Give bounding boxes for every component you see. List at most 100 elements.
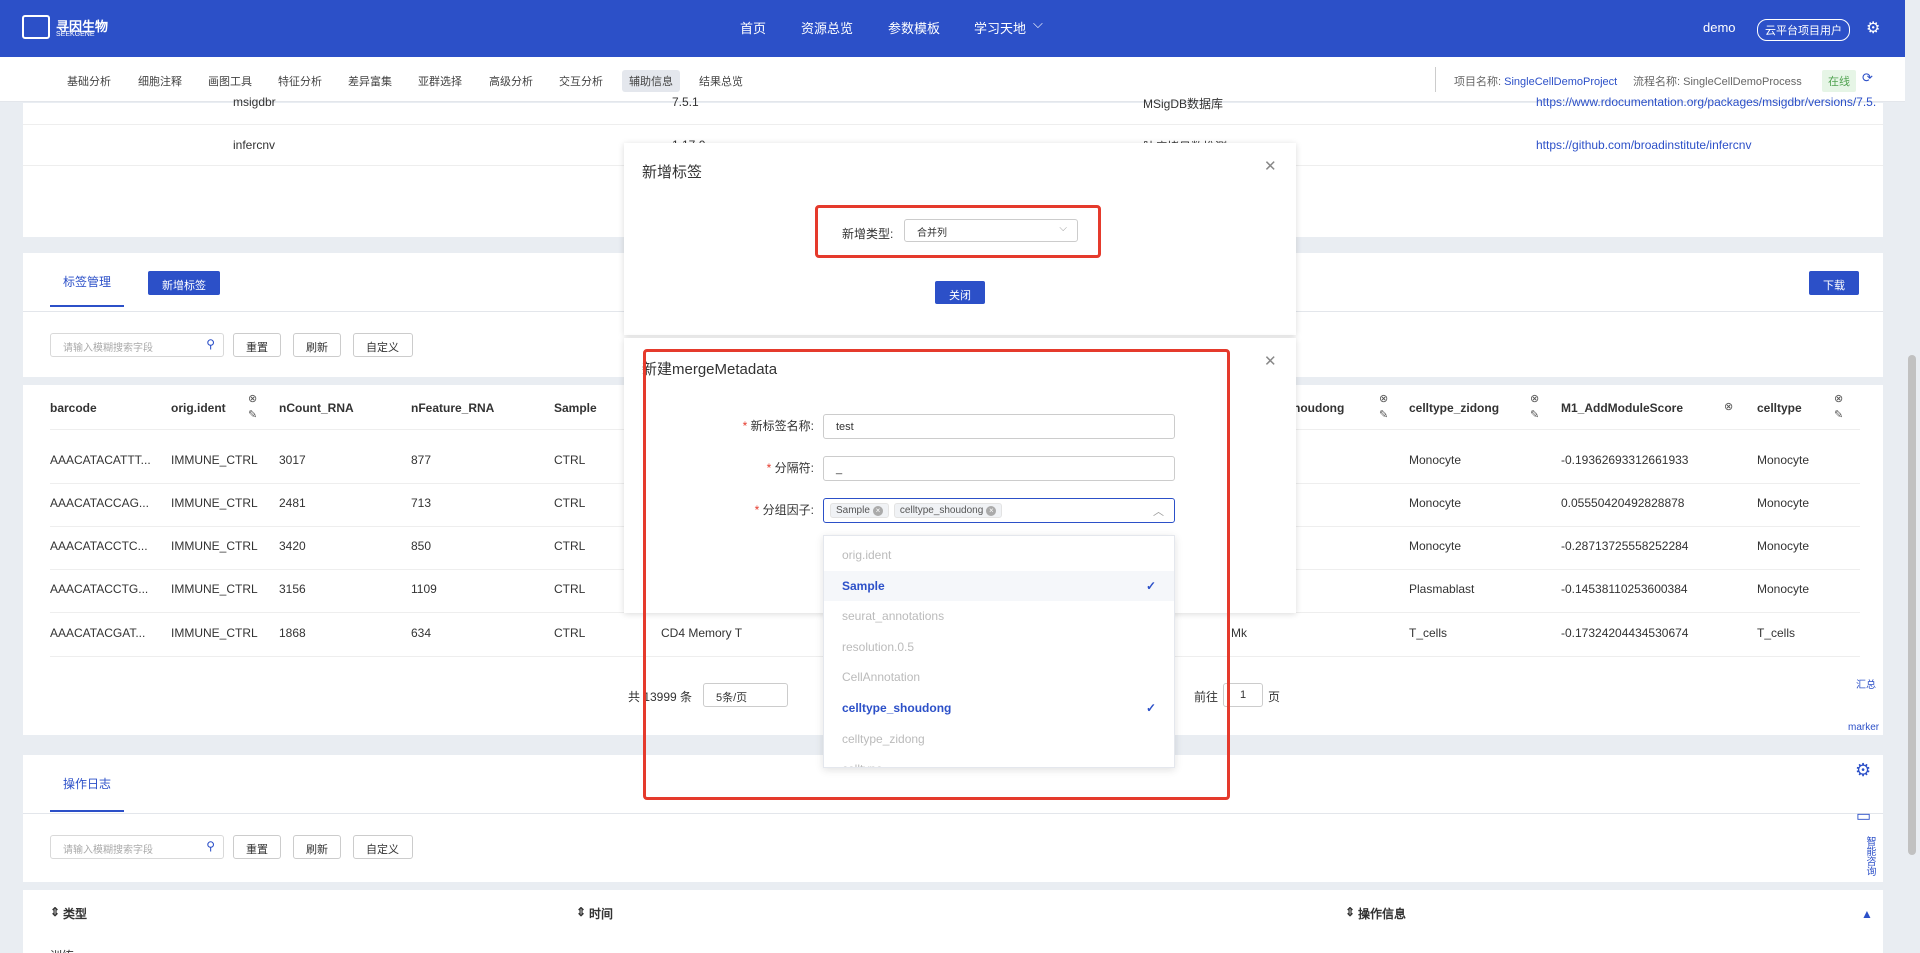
resource-link[interactable]: https://www.rdocumentation.org/packages/… — [1536, 95, 1876, 109]
refresh-button[interactable]: 刷新 — [293, 333, 341, 357]
resource-link[interactable]: https://github.com/broadinstitute/inferc… — [1536, 138, 1751, 152]
cell-sample: CTRL — [554, 539, 586, 553]
option-label: Sample — [842, 579, 885, 593]
tab-aux-info[interactable]: 辅助信息 — [622, 70, 680, 92]
cell-nfeature: 877 — [411, 453, 432, 467]
project-name-value[interactable]: SingleCellDemoProject — [1504, 76, 1617, 88]
col-barcode[interactable]: barcode — [50, 401, 97, 415]
cell-m1-score: -0.14538110253600384 — [1561, 582, 1688, 596]
tab-basic[interactable]: 基础分析 — [67, 73, 111, 89]
close-icon[interactable]: ⊗ — [1834, 392, 1843, 405]
tab-plot[interactable]: 画图工具 — [208, 73, 252, 89]
col-time[interactable]: 时间 — [589, 905, 613, 922]
col-ncount[interactable]: nCount_RNA — [279, 401, 354, 415]
add-tag-button[interactable]: 新增标签 — [148, 271, 220, 295]
log-row-type: 训练 — [50, 947, 74, 953]
edit-icon[interactable]: ✎ — [1379, 408, 1388, 421]
logo-icon[interactable] — [22, 15, 50, 39]
divider — [1435, 67, 1436, 92]
cell-orig-ident: IMMUNE_CTRL — [171, 453, 258, 467]
search-icon[interactable]: ⚲ — [206, 839, 215, 853]
username[interactable]: demo — [1703, 20, 1736, 35]
gear-icon[interactable]: ⚙ — [1866, 18, 1880, 38]
option-celltype-shoudong[interactable]: celltype_shoudong ✓ — [824, 693, 1174, 723]
chat-tool[interactable]: 智能咨询 — [1862, 836, 1877, 876]
cell-orig-ident: IMMUNE_CTRL — [171, 626, 258, 640]
col-celltype-zidong[interactable]: celltype_zidong — [1409, 401, 1499, 415]
search-placeholder: 请输入模糊搜索字段 — [63, 845, 153, 856]
divider — [23, 882, 1883, 890]
col-orig-ident[interactable]: orig.ident — [171, 401, 226, 415]
download-button[interactable]: 下载 — [1809, 271, 1859, 295]
cell-sample: CTRL — [554, 453, 586, 467]
custom-button[interactable]: 自定义 — [353, 333, 413, 357]
close-button[interactable]: 关闭 — [935, 281, 985, 304]
sort-icon[interactable]: ⇕ — [576, 905, 586, 919]
check-icon: ✓ — [1145, 701, 1156, 715]
tab-feature[interactable]: 特征分析 — [278, 73, 322, 89]
edit-icon[interactable]: ✎ — [248, 408, 257, 421]
nav-templates[interactable]: 参数模板 — [888, 18, 940, 37]
chevron-down-icon[interactable]: ⌵ — [1033, 16, 1043, 32]
custom-button[interactable]: 自定义 — [353, 835, 413, 859]
col-type[interactable]: 类型 — [63, 905, 87, 922]
nav-learning[interactable]: 学习天地 — [974, 18, 1026, 37]
scrollbar[interactable] — [1908, 355, 1916, 855]
col-celltype-shoudong[interactable]: houdong — [1293, 401, 1344, 415]
search-input[interactable]: 请输入模糊搜索字段 ⚲ — [50, 333, 224, 357]
sort-icon[interactable]: ⇕ — [50, 905, 60, 919]
group-factor-dropdown: orig.ident Sample ✓ seurat_annotations re… — [823, 535, 1175, 768]
cell-celltype: Monocyte — [1757, 539, 1810, 553]
col-sample[interactable]: Sample — [554, 401, 597, 415]
option-seurat-annotations[interactable]: seurat_annotations — [824, 601, 1174, 631]
close-icon[interactable]: ✕ — [1264, 157, 1277, 175]
chat-icon[interactable]: ▭ — [1856, 806, 1871, 826]
option-cellannotation[interactable]: CellAnnotation — [824, 662, 1174, 692]
close-icon[interactable]: ✕ — [1264, 352, 1277, 370]
sort-icon[interactable]: ⇕ — [1345, 905, 1355, 919]
scroll-top-icon[interactable]: ▲ — [1861, 907, 1873, 921]
reset-button[interactable]: 重置 — [233, 333, 281, 357]
option-celltype-zidong[interactable]: celltype_zidong — [824, 724, 1174, 754]
option-resolution[interactable]: resolution.0.5 — [824, 632, 1174, 662]
close-icon[interactable]: ⊗ — [248, 392, 257, 405]
refresh-icon[interactable]: ⟳ — [1862, 70, 1873, 86]
cell-celltype-zidong: Plasmablast — [1409, 582, 1475, 596]
tab-diff[interactable]: 差异富集 — [348, 73, 392, 89]
tab-tag-management[interactable]: 标签管理 — [63, 273, 111, 290]
tab-annotation[interactable]: 细胞注释 — [138, 73, 182, 89]
tab-underline — [50, 305, 124, 307]
top-navbar: 寻因生物 SEEKGENE 首页 资源总览 参数模板 学习天地 ⌵ demo 云… — [0, 0, 1905, 57]
cell-orig-ident: IMMUNE_CTRL — [171, 539, 258, 553]
option-orig-ident[interactable]: orig.ident — [824, 540, 1174, 570]
edit-icon[interactable]: ✎ — [1834, 408, 1843, 421]
reset-button[interactable]: 重置 — [233, 835, 281, 859]
col-nfeature[interactable]: nFeature_RNA — [411, 401, 494, 415]
cell-nfeature: 713 — [411, 496, 432, 510]
gear-icon[interactable]: ⚙ — [1855, 760, 1871, 781]
marker-tool[interactable]: marker — [1848, 722, 1879, 733]
edit-icon[interactable]: ✎ — [1530, 408, 1539, 421]
option-celltype[interactable]: celltype — [824, 754, 1174, 767]
cell-celltype-shoudong: Mk — [1231, 626, 1247, 640]
tab-operation-log[interactable]: 操作日志 — [63, 775, 111, 792]
tab-subcluster[interactable]: 亚群选择 — [418, 73, 462, 89]
col-m1-score[interactable]: M1_AddModuleScore — [1561, 401, 1683, 415]
tab-interactive[interactable]: 交互分析 — [559, 73, 603, 89]
resource-name: infercnv — [233, 138, 276, 152]
close-icon[interactable]: ⊗ — [1530, 392, 1539, 405]
option-sample[interactable]: Sample ✓ — [824, 571, 1174, 601]
search-icon[interactable]: ⚲ — [206, 337, 215, 351]
col-op-info[interactable]: 操作信息 — [1358, 905, 1406, 922]
close-icon[interactable]: ⊗ — [1724, 400, 1733, 413]
tab-summary[interactable]: 结果总览 — [699, 73, 743, 89]
nav-home[interactable]: 首页 — [740, 18, 766, 37]
tab-advanced[interactable]: 高级分析 — [489, 73, 533, 89]
col-celltype[interactable]: celltype — [1757, 401, 1802, 415]
refresh-button[interactable]: 刷新 — [293, 835, 341, 859]
close-icon[interactable]: ⊗ — [1379, 392, 1388, 405]
summary-tool[interactable]: 汇总 — [1856, 676, 1876, 691]
nav-resources[interactable]: 资源总览 — [801, 18, 853, 37]
log-search-input[interactable]: 请输入模糊搜索字段 ⚲ — [50, 835, 224, 859]
cloud-user-badge[interactable]: 云平台项目用户 — [1757, 19, 1850, 41]
